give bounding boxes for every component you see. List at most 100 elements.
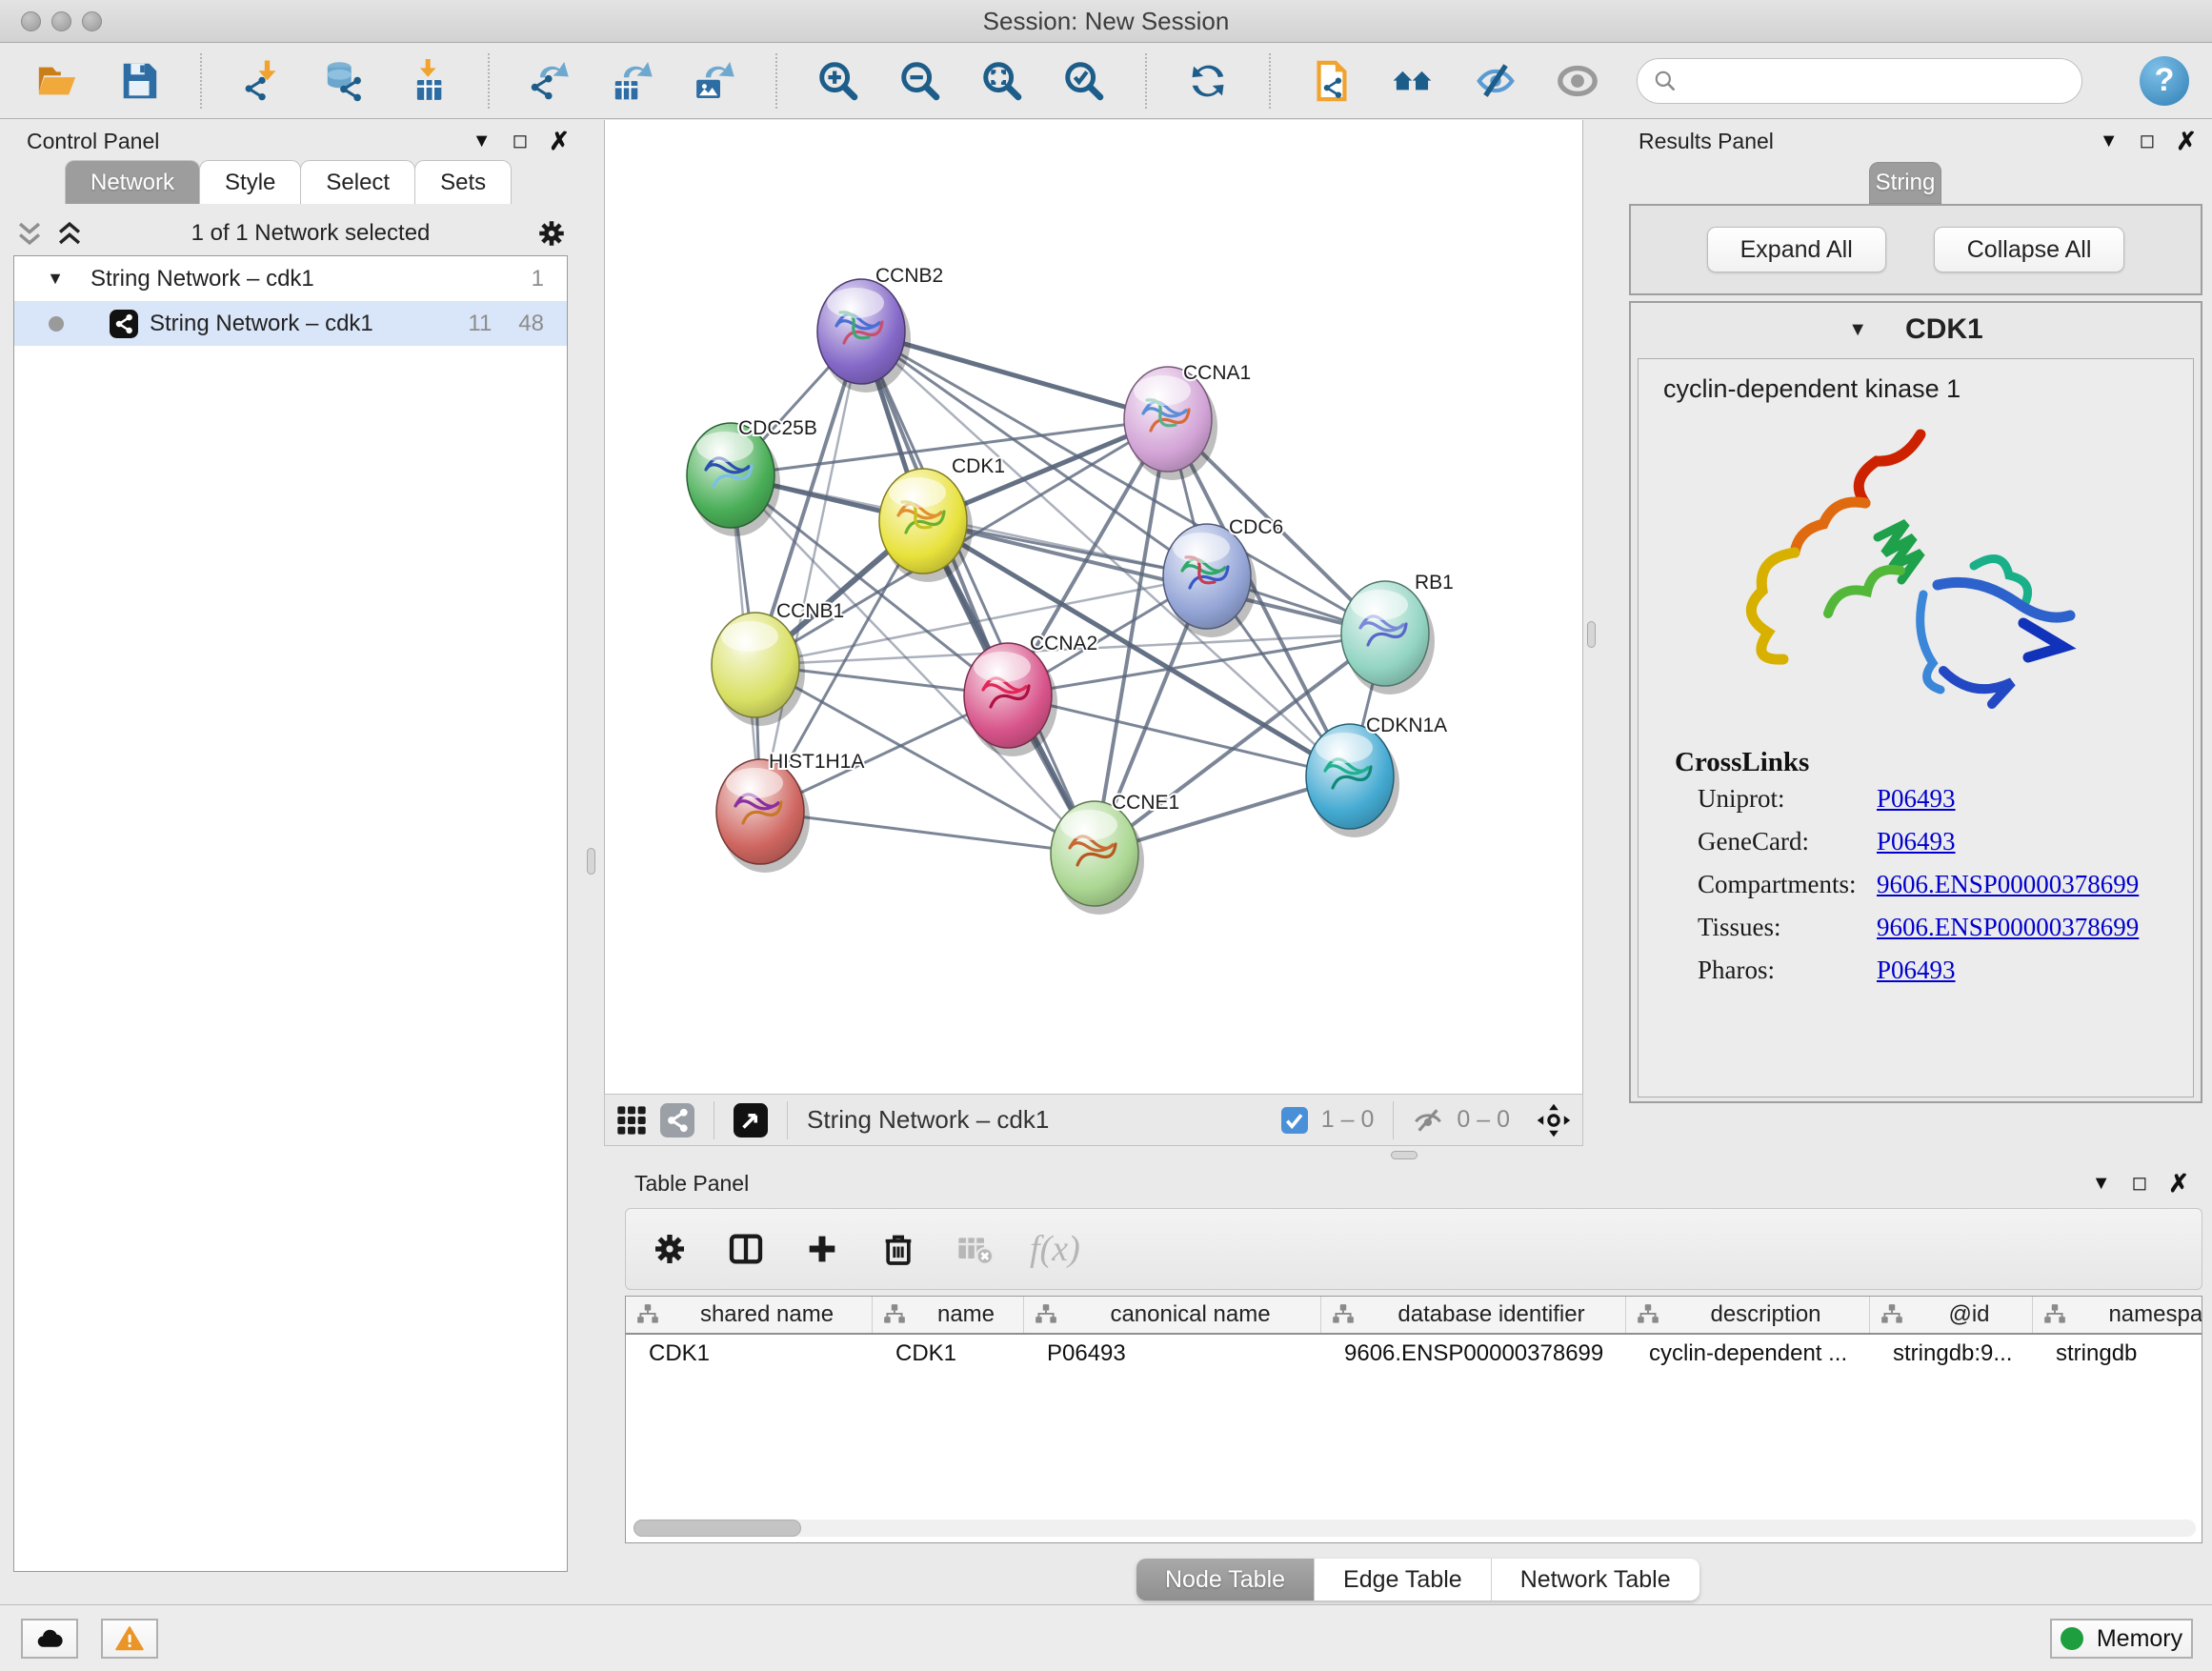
- network-options-gear-icon[interactable]: [535, 217, 568, 250]
- crosslink-link[interactable]: 9606.ENSP00000378699: [1877, 913, 2139, 942]
- gene-section-header[interactable]: ▼ CDK1: [1631, 303, 2201, 356]
- network-view-canvas[interactable]: CCNB2CCNA1CDC25BCDK1CDC6RB1CCNB1CCNA2CDK…: [604, 120, 1583, 1094]
- network-node-hist1h1a[interactable]: [716, 759, 810, 873]
- table-settings-gear-icon[interactable]: [649, 1228, 691, 1270]
- add-column-icon[interactable]: [801, 1228, 843, 1270]
- table-row[interactable]: CDK1CDK1P064939606.ENSP00000378699cyclin…: [626, 1335, 2202, 1373]
- network-node-rb1[interactable]: [1341, 581, 1435, 695]
- tab-network-table[interactable]: Network Table: [1492, 1559, 1699, 1601]
- export-image-button[interactable]: [692, 58, 737, 104]
- help-button[interactable]: ?: [2140, 56, 2189, 106]
- table-cell[interactable]: stringdb:9...: [1870, 1335, 2033, 1373]
- network-collection-row[interactable]: ▼ String Network – cdk1 1: [14, 256, 567, 301]
- tab-node-table[interactable]: Node Table: [1136, 1559, 1315, 1601]
- zoom-selected-region-button[interactable]: [1061, 58, 1107, 104]
- network-tree: ▼ String Network – cdk1 1 String Network…: [13, 255, 568, 1572]
- network-node-ccna2[interactable]: [964, 643, 1057, 756]
- table-panel-float-icon[interactable]: ▼: [2092, 1174, 2111, 1193]
- tab-string[interactable]: String: [1869, 162, 1941, 204]
- control-panel-float-icon[interactable]: ▼: [473, 131, 492, 151]
- tab-sets[interactable]: Sets: [414, 160, 512, 204]
- show-all-button[interactable]: [1555, 58, 1600, 104]
- zoom-in-button[interactable]: [815, 58, 861, 104]
- network-node-ccnb2[interactable]: [817, 279, 911, 393]
- tab-style[interactable]: Style: [199, 160, 301, 204]
- crosslink-link[interactable]: P06493: [1877, 827, 1956, 856]
- export-network-button[interactable]: [528, 58, 573, 104]
- column-header-database-identifier[interactable]: database identifier: [1321, 1297, 1626, 1333]
- control-panel-maximize-icon[interactable]: ◻: [513, 131, 529, 151]
- expand-all-icon[interactable]: [53, 217, 86, 250]
- tab-edge-table[interactable]: Edge Table: [1315, 1559, 1492, 1601]
- new-network-from-selection-button[interactable]: [1309, 58, 1355, 104]
- network-node-cdc25b[interactable]: [687, 423, 780, 536]
- horizontal-splitter-handle[interactable]: [1391, 1151, 1418, 1159]
- crosslink-row: Tissues:9606.ENSP00000378699: [1698, 913, 2193, 942]
- save-session-button[interactable]: [116, 58, 162, 104]
- selected-checkbox-icon[interactable]: [1281, 1107, 1308, 1134]
- import-network-file-button[interactable]: [240, 58, 286, 104]
- expand-all-button[interactable]: Expand All: [1707, 227, 1886, 272]
- cloud-button[interactable]: [21, 1619, 78, 1659]
- column-header-canonical-name[interactable]: canonical name: [1024, 1297, 1321, 1333]
- import-table-button[interactable]: [404, 58, 450, 104]
- column-header--id[interactable]: @id: [1870, 1297, 2033, 1333]
- column-header-description[interactable]: description: [1626, 1297, 1870, 1333]
- table-panel-close-icon[interactable]: ✗: [2168, 1171, 2189, 1196]
- hidden-eye-icon[interactable]: [1413, 1105, 1443, 1136]
- zoom-out-button[interactable]: [897, 58, 943, 104]
- right-splitter-handle[interactable]: [1587, 621, 1596, 648]
- column-header-shared-name[interactable]: shared name: [626, 1297, 873, 1333]
- left-splitter-handle[interactable]: [587, 848, 595, 875]
- table-cell[interactable]: CDK1: [873, 1335, 1024, 1373]
- table-cell[interactable]: cyclin-dependent ...: [1626, 1335, 1870, 1373]
- collapse-section-icon[interactable]: ▼: [1848, 319, 1867, 341]
- column-header-namespace[interactable]: namespace: [2033, 1297, 2202, 1333]
- tab-select[interactable]: Select: [300, 160, 415, 204]
- search-input[interactable]: [1687, 67, 2066, 95]
- hide-selected-button[interactable]: [1473, 58, 1518, 104]
- birds-eye-view-icon[interactable]: [734, 1103, 768, 1137]
- open-session-button[interactable]: [34, 58, 80, 104]
- tree-expand-icon[interactable]: ▼: [14, 269, 64, 289]
- search-box[interactable]: [1637, 58, 2082, 104]
- table-cell[interactable]: P06493: [1024, 1335, 1321, 1373]
- first-neighbors-button[interactable]: [1391, 58, 1437, 104]
- collapse-all-button[interactable]: Collapse All: [1934, 227, 2125, 272]
- network-node-cdk1[interactable]: [879, 469, 973, 582]
- network-node-ccne1[interactable]: [1051, 801, 1144, 915]
- show-columns-icon[interactable]: [725, 1228, 767, 1270]
- table-cell[interactable]: 9606.ENSP00000378699: [1321, 1335, 1626, 1373]
- apply-preferred-layout-button[interactable]: [1185, 58, 1231, 104]
- crosslink-link[interactable]: P06493: [1877, 956, 1956, 985]
- results-panel-maximize-icon[interactable]: ◻: [2140, 131, 2156, 151]
- import-network-database-button[interactable]: [322, 58, 368, 104]
- memory-button[interactable]: Memory: [2050, 1619, 2193, 1659]
- column-header-name[interactable]: name: [873, 1297, 1024, 1333]
- table-cell[interactable]: stringdb: [2033, 1335, 2202, 1373]
- crosslink-label: Uniprot:: [1698, 784, 1877, 814]
- function-builder-icon: f(x): [1030, 1228, 1080, 1270]
- network-node-cdkn1a[interactable]: [1306, 724, 1399, 837]
- control-panel-close-icon[interactable]: ✗: [549, 129, 570, 153]
- grid-view-icon[interactable]: [616, 1105, 647, 1136]
- network-row-selected[interactable]: String Network – cdk1 11 48: [14, 301, 567, 346]
- collapse-all-icon[interactable]: [13, 217, 46, 250]
- scrollbar-thumb[interactable]: [633, 1520, 801, 1537]
- table-horizontal-scrollbar[interactable]: [633, 1520, 2196, 1537]
- tab-network[interactable]: Network: [65, 160, 200, 204]
- delete-column-trash-icon[interactable]: [877, 1228, 919, 1270]
- share-view-icon[interactable]: [660, 1103, 694, 1137]
- results-panel-float-icon[interactable]: ▼: [2100, 131, 2119, 151]
- pan-crosshair-icon[interactable]: [1537, 1103, 1571, 1137]
- zoom-fit-content-button[interactable]: [979, 58, 1025, 104]
- warnings-button[interactable]: [101, 1619, 158, 1659]
- results-panel-close-icon[interactable]: ✗: [2176, 129, 2197, 153]
- table-cell[interactable]: CDK1: [626, 1335, 873, 1373]
- export-table-button[interactable]: [610, 58, 655, 104]
- network-node-ccnb1[interactable]: [712, 613, 805, 726]
- column-type-icon: [1034, 1302, 1058, 1327]
- table-panel-maximize-icon[interactable]: ◻: [2132, 1174, 2148, 1193]
- crosslink-link[interactable]: P06493: [1877, 784, 1956, 814]
- crosslink-link[interactable]: 9606.ENSP00000378699: [1877, 870, 2139, 899]
